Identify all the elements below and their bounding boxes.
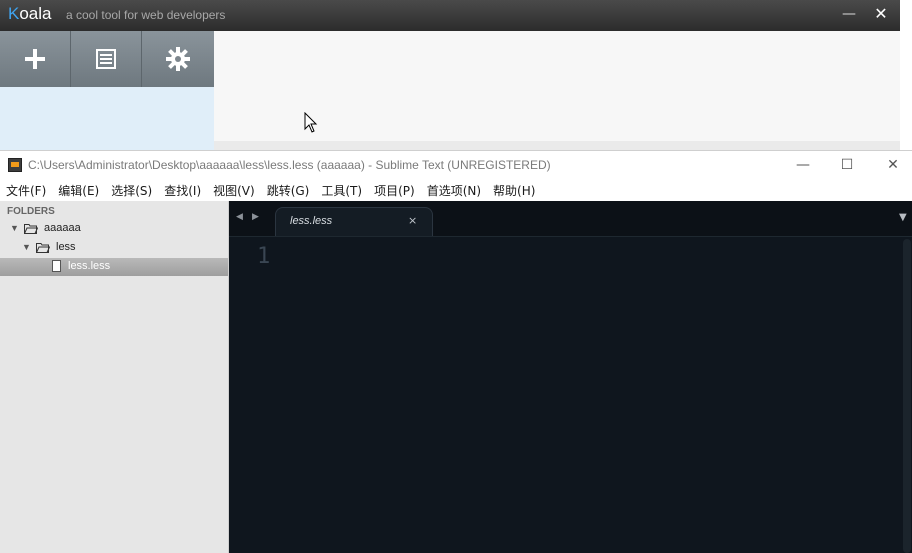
menu-file[interactable]: 文件(F) [0,182,52,199]
menu-help[interactable]: 帮助(H) [487,182,541,199]
menu-selection[interactable]: 选择(S) [105,182,158,199]
koala-titlebar[interactable]: Koala a cool tool for web developers — ✕ [0,0,900,31]
tab-label: less.less [290,215,333,227]
tree-folder-label: less [56,241,76,253]
menu-bar: 文件(F) 编辑(E) 选择(S) 查找(I) 视图(V) 跳转(G) 工具(T… [0,180,912,201]
menu-preferences[interactable]: 首选项(N) [421,182,487,199]
koala-toolbar [0,31,214,87]
mouse-cursor-icon [304,112,318,133]
tab-prev-icon[interactable]: ◀ [236,212,243,222]
add-project-button[interactable] [0,31,71,87]
tree-folder-aaaaaa[interactable]: ▼ aaaaaa [0,220,228,238]
plus-icon [25,49,45,69]
tab-bar: ◀ ▶ less.less × ▼ [229,201,912,237]
tree-file-label: less.less [68,260,111,272]
maximize-button[interactable]: ☐ [832,155,862,175]
menu-find[interactable]: 查找(I) [158,182,207,199]
tab-dropdown-icon[interactable]: ▼ [899,212,907,223]
gear-icon [166,47,190,71]
editor-area[interactable]: ◀ ▶ less.less × ▼ 1 [229,201,912,553]
koala-close-button[interactable]: ✕ [870,4,892,24]
file-icon [52,260,61,272]
menu-tools[interactable]: 工具(T) [315,182,368,199]
koala-window: Koala a cool tool for web developers — ✕ [0,0,900,150]
menu-project[interactable]: 项目(P) [368,182,421,199]
expand-arrow-icon[interactable]: ▼ [22,242,31,252]
tab-close-icon[interactable]: × [408,214,417,227]
vertical-scrollbar[interactable] [903,239,911,553]
folders-header: FOLDERS [7,206,55,217]
window-title: C:\Users\Administrator\Desktop\aaaaaa\le… [28,158,551,172]
close-button[interactable]: ✕ [878,155,908,175]
koala-window-edge [900,0,912,150]
log-button[interactable] [71,31,142,87]
settings-button[interactable] [142,31,214,87]
folder-open-icon [36,243,50,253]
koala-logo: Koala [8,4,52,23]
menu-view[interactable]: 视图(V) [207,182,261,199]
tree-file-less-less[interactable]: less.less [0,258,228,276]
document-icon [96,49,116,69]
sublime-titlebar[interactable]: C:\Users\Administrator\Desktop\aaaaaa\le… [0,151,912,179]
line-number: 1 [257,244,271,269]
minimize-button[interactable]: — [788,155,818,175]
sublime-window: C:\Users\Administrator\Desktop\aaaaaa\le… [0,150,912,553]
tree-folder-less[interactable]: ▼ less [0,239,228,257]
koala-project-list[interactable] [0,87,214,150]
tab-next-icon[interactable]: ▶ [252,212,259,222]
koala-tagline: a cool tool for web developers [66,8,226,22]
expand-arrow-icon[interactable]: ▼ [10,223,19,233]
menu-edit[interactable]: 编辑(E) [52,182,105,199]
sublime-app-icon [8,158,22,172]
folder-open-icon [24,224,38,234]
folders-sidebar: FOLDERS ▼ aaaaaa ▼ less less.less [0,201,229,553]
koala-panel-footer [214,141,900,150]
menu-goto[interactable]: 跳转(G) [261,182,316,199]
tab-less-less[interactable]: less.less × [275,207,433,236]
koala-minimize-button[interactable]: — [838,4,860,24]
tree-folder-label: aaaaaa [44,222,81,234]
